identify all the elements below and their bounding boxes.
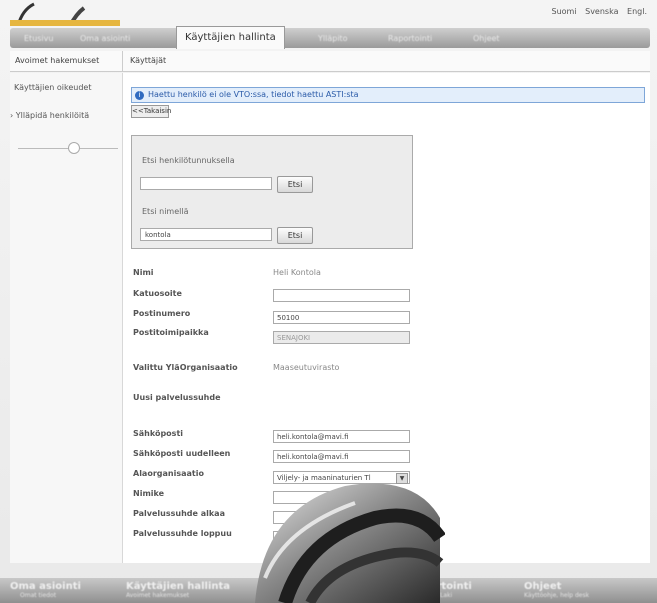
info-icon: i bbox=[135, 91, 144, 100]
name-label: Nimi bbox=[133, 268, 154, 277]
sidebar-slider-handle[interactable] bbox=[68, 142, 80, 154]
postal-code-label: Postinumero bbox=[133, 309, 191, 318]
back-button[interactable]: <<Takaisin bbox=[131, 105, 171, 118]
email-label: Sähköposti bbox=[133, 429, 184, 438]
sub-organization-label: Alaorganisaatio bbox=[133, 469, 204, 478]
footer-oma-asiointi-sub: Omat tiedot bbox=[20, 592, 57, 599]
info-message: i Haettu henkilö ei ole VTO:ssa, tiedot h… bbox=[131, 87, 645, 103]
search-by-name-label: Etsi nimellä bbox=[142, 207, 189, 216]
language-sv[interactable]: Svenska bbox=[585, 7, 618, 16]
sidebar-item-yllapida-henkiloita[interactable]: › Ylläpidä henkilöitä bbox=[10, 111, 89, 120]
email-input[interactable]: heli.kontola@mavi.fi bbox=[273, 430, 410, 443]
footer-kayttajien-hallinta[interactable]: Käyttäjien hallinta bbox=[126, 581, 230, 592]
tab-etusivu[interactable]: Etusivu bbox=[16, 31, 61, 47]
language-en[interactable]: Engl. bbox=[627, 7, 647, 16]
tab-raportointi[interactable]: Raportointi bbox=[380, 31, 440, 47]
subnav-avoimet-hakemukset[interactable]: Avoimet hakemukset bbox=[15, 56, 99, 65]
employment-start-label: Palvelussuhde alkaa bbox=[133, 509, 225, 518]
person-search-panel: Etsi henkilötunnuksella Etsi Etsi nimell… bbox=[131, 135, 413, 249]
job-title-label: Nimike bbox=[133, 489, 165, 498]
footer-kayttajien-hallinta-sub: Avoimet hakemukset bbox=[126, 592, 190, 599]
tab-kayttajien-hallinta[interactable]: Käyttäjien hallinta bbox=[176, 26, 285, 49]
name-value: Heli Kontola bbox=[273, 268, 321, 277]
tab-ohjeet[interactable]: Ohjeet bbox=[465, 31, 508, 47]
email-confirm-label: Sähköposti uudelleen bbox=[133, 449, 231, 458]
footer-oma-asiointi[interactable]: Oma asiointi bbox=[10, 581, 81, 592]
sub-navigation: Avoimet hakemukset Käyttäjät bbox=[10, 51, 650, 72]
search-by-name-button[interactable]: Etsi bbox=[277, 227, 313, 244]
search-by-id-label: Etsi henkilötunnuksella bbox=[142, 156, 235, 165]
new-employment-heading: Uusi palvelussuhde bbox=[133, 393, 221, 402]
sidebar-item-kayttajien-oikeudet[interactable]: Käyttäjien oikeudet bbox=[14, 83, 92, 92]
email-confirm-input[interactable]: heli.kontola@mavi.fi bbox=[273, 450, 410, 463]
street-address-label: Katuosoite bbox=[133, 289, 182, 298]
language-switcher: Suomi Svenska Engl. bbox=[546, 7, 648, 16]
search-by-id-input[interactable] bbox=[140, 177, 272, 190]
street-address-input[interactable] bbox=[273, 289, 410, 302]
parent-organization-label: Valittu YläOrganisaatio bbox=[133, 363, 238, 372]
tab-oma-asiointi[interactable]: Oma asiointi bbox=[72, 31, 138, 47]
info-text: Haettu henkilö ei ole VTO:ssa, tiedot ha… bbox=[148, 90, 359, 99]
postal-code-input[interactable]: 50100 bbox=[273, 311, 410, 324]
footer-ohjeet-sub: Käyttöohje, help desk bbox=[524, 592, 590, 599]
subnav-kayttajat[interactable]: Käyttäjät bbox=[130, 56, 166, 65]
sidebar: Käyttäjien oikeudet › Ylläpidä henkilöit… bbox=[10, 73, 123, 563]
post-office-label: Postitoimipaikka bbox=[133, 328, 209, 337]
helmet-logo-icon bbox=[255, 483, 445, 603]
sidebar-item-label: Ylläpidä henkilöitä bbox=[15, 111, 90, 120]
logo bbox=[10, 2, 120, 26]
tab-yllapito[interactable]: Ylläpito bbox=[310, 31, 356, 47]
footer-ohjeet[interactable]: Ohjeet bbox=[524, 581, 561, 592]
parent-organization-value: Maaseutuvirasto bbox=[273, 363, 340, 372]
subnav-divider bbox=[122, 51, 123, 71]
post-office-input: SENAJOKI bbox=[273, 331, 410, 344]
search-by-name-input[interactable]: kontola bbox=[140, 228, 272, 241]
employment-end-label: Palvelussuhde loppuu bbox=[133, 529, 232, 538]
language-fi[interactable]: Suomi bbox=[552, 7, 577, 16]
main-tabbar: Etusivu Oma asiointi Käyttäjien hallinta… bbox=[10, 26, 650, 49]
search-by-id-button[interactable]: Etsi bbox=[277, 176, 313, 193]
app-window: Suomi Svenska Engl. Etusivu Oma asiointi… bbox=[0, 0, 657, 603]
